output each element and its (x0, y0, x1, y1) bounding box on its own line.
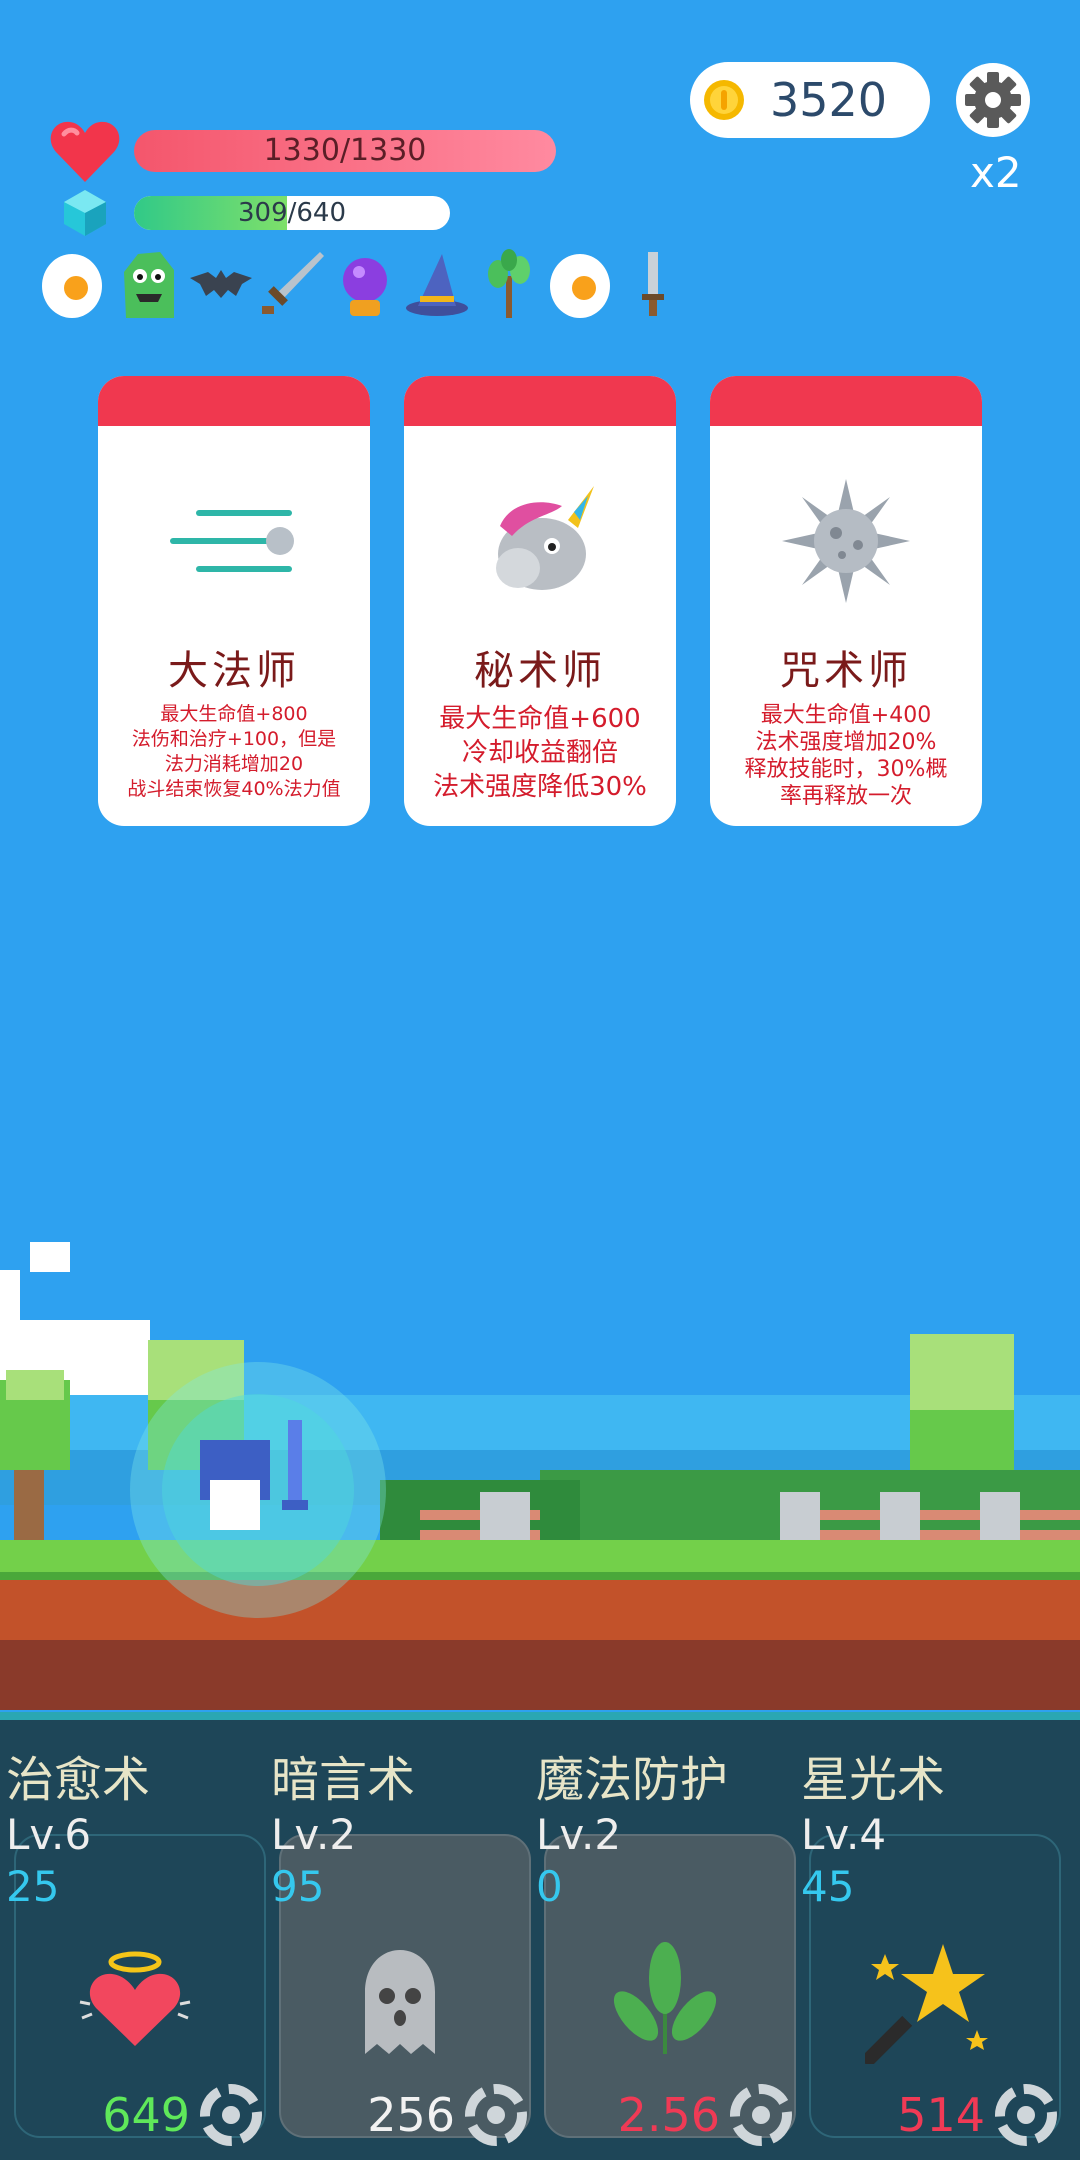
coin-counter: 3520 (690, 62, 930, 138)
gold-coin-icon (704, 80, 744, 120)
bat-icon (190, 270, 252, 298)
skill-name: 暗言术 (271, 1752, 416, 1808)
skill-mana-cost: 45 (801, 1862, 855, 1911)
card-title: 秘术师 (474, 648, 606, 694)
leaf-icon (613, 1942, 717, 2054)
skill-value: 2.56 (617, 2088, 720, 2142)
class-card-mystic[interactable]: 秘术师 最大生命值+600 冷却收益翻倍 法术强度降低30% (404, 376, 676, 826)
game-scene (0, 1242, 1080, 1710)
cooldown-icon (465, 2084, 527, 2146)
skill-level: Lv.2 (271, 1810, 357, 1859)
unicorn-icon (496, 486, 594, 590)
card-header (710, 376, 982, 426)
skill-value: 256 (367, 2088, 455, 2142)
skill-mana-cost: 25 (6, 1862, 60, 1911)
pixel-tree-left (0, 1370, 70, 1550)
coin-value: 3520 (770, 73, 888, 127)
class-card-sorcerer[interactable]: 咒术师 最大生命值+400 法术强度增加20% 释放技能时，30%概 率再释放一次 (710, 376, 982, 826)
sword-icon (262, 252, 324, 314)
skill-panel: 治愈术 Lv.6 25 649 暗言术 Lv.2 95 256 魔法防护 Lv.… (0, 1712, 1080, 2160)
skill-slot-magic-shield[interactable]: 魔法防护 Lv.2 0 2.56 (530, 1712, 796, 2160)
hp-text: 1330/1330 (263, 133, 427, 168)
wizard-hat-icon (406, 254, 468, 316)
green-monster-icon (124, 252, 174, 318)
spiked-ball-icon (782, 479, 910, 603)
card-description: 最大生命值+400 法术强度增加20% 释放技能时，30%概 率再释放一次 (744, 703, 948, 809)
speed-lines-icon (170, 510, 294, 572)
mp-bar: 309/640 (134, 196, 450, 230)
card-title: 咒术师 (780, 648, 912, 694)
skill-level: Lv.6 (6, 1810, 92, 1859)
fried-egg-icon (550, 254, 610, 318)
sapling-icon (488, 249, 530, 318)
skill-slot-heal[interactable]: 治愈术 Lv.6 25 649 (0, 1712, 266, 2160)
speed-multiplier[interactable]: x2 (970, 148, 1022, 197)
card-header (404, 376, 676, 426)
crystal-ball-icon (343, 258, 387, 316)
hero-character (130, 1362, 386, 1618)
settings-gear-icon[interactable] (955, 62, 1031, 138)
skill-value: 514 (897, 2088, 985, 2142)
mana-crystal-icon (64, 190, 106, 236)
halo-heart-icon (79, 1951, 191, 2046)
skill-mana-cost: 0 (536, 1862, 563, 1911)
hp-heart-icon (50, 121, 120, 182)
mp-text: 309/640 (237, 198, 346, 228)
class-card-archmage[interactable]: 大法师 最大生命值+800 法伤和治疗+100，但是 法力消耗增加20 战斗结束恢复4… (98, 376, 370, 826)
fried-egg-icon (42, 254, 102, 318)
skill-slot-shadow-word[interactable]: 暗言术 Lv.2 95 256 (265, 1712, 531, 2160)
skill-level: Lv.2 (536, 1810, 622, 1859)
cooldown-icon (995, 2084, 1057, 2146)
skill-mana-cost: 95 (271, 1862, 325, 1911)
skill-name: 魔法防护 (536, 1752, 729, 1808)
card-description: 最大生命值+600 冷却收益翻倍 法术强度降低30% (433, 704, 647, 802)
collected-items-row (40, 248, 680, 320)
cooldown-icon (200, 2084, 262, 2146)
hp-bar: 1330/1330 (134, 130, 556, 172)
card-header (98, 376, 370, 426)
skill-name: 星光术 (801, 1752, 946, 1808)
card-title: 大法师 (168, 648, 300, 694)
skill-slot-starlight[interactable]: 星光术 Lv.4 45 514 (795, 1712, 1061, 2160)
skill-name: 治愈术 (6, 1752, 151, 1808)
star-wand-icon (865, 1944, 988, 2064)
dagger-icon (642, 252, 664, 316)
skill-level: Lv.4 (801, 1810, 887, 1859)
card-description: 最大生命值+800 法伤和治疗+100，但是 法力消耗增加20 战斗结束恢复40%法力… (127, 703, 341, 800)
cooldown-icon (730, 2084, 792, 2146)
ghost-icon (365, 1950, 435, 2054)
skill-value: 649 (102, 2088, 190, 2142)
